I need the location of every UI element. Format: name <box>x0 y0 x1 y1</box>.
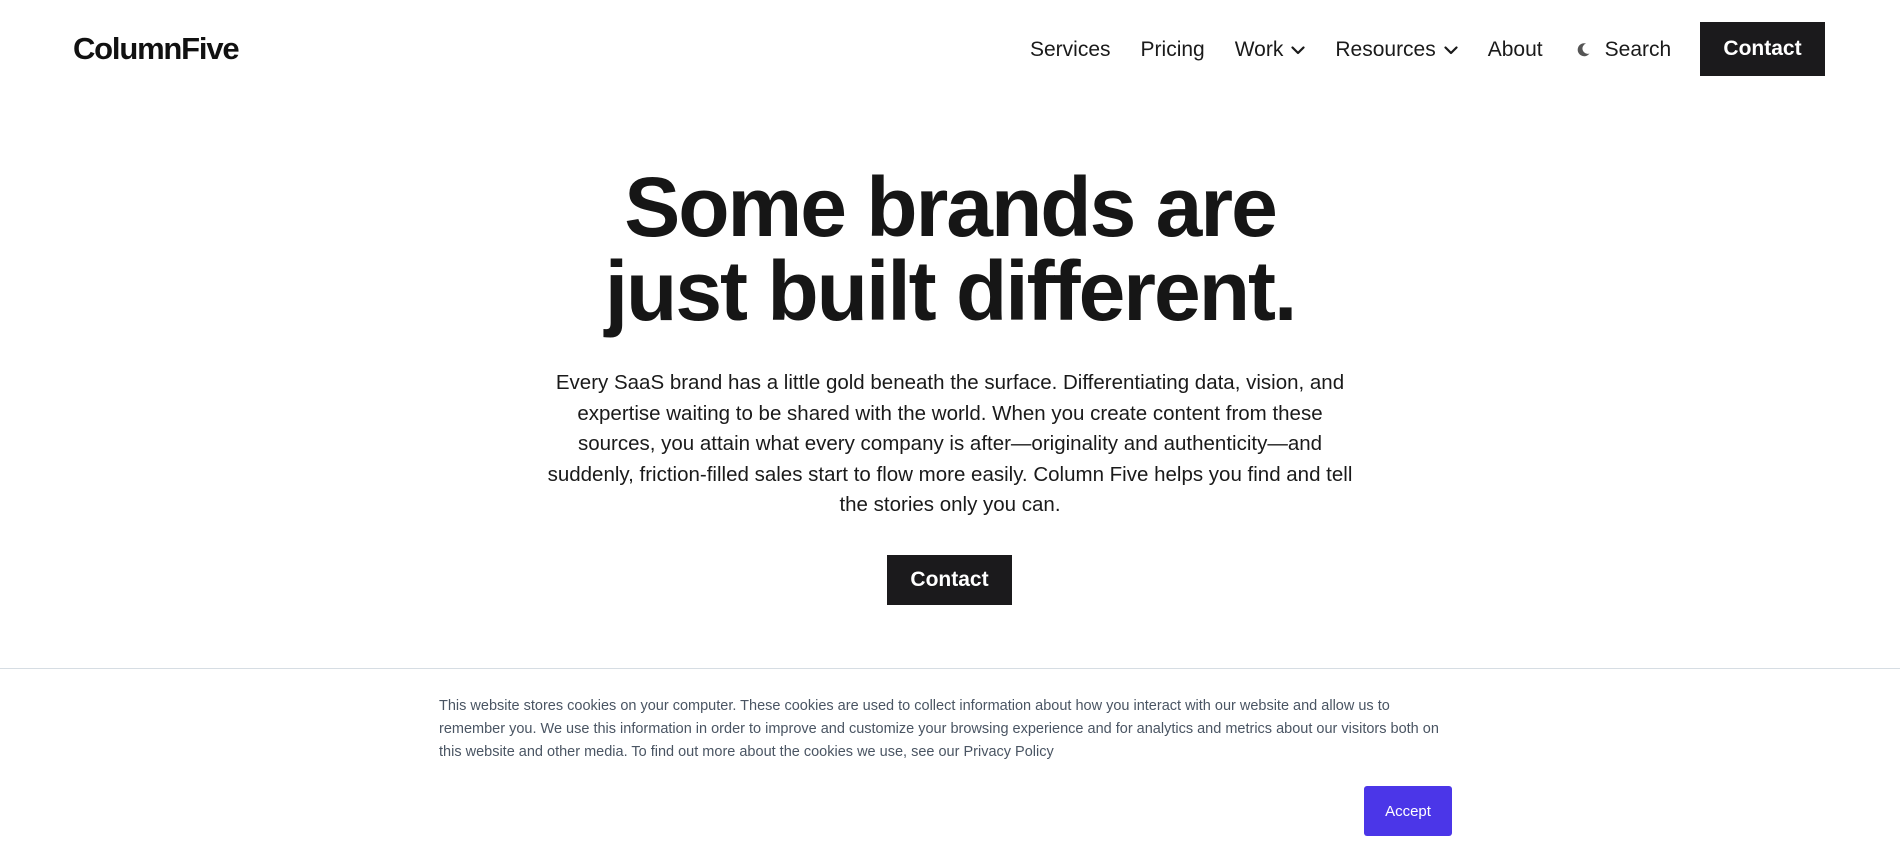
hero-description: Every SaaS brand has a little gold benea… <box>547 371 1353 516</box>
accept-cookies-button[interactable]: Accept <box>1364 786 1452 836</box>
nav-item-resources[interactable]: Resources <box>1335 38 1458 62</box>
nav-item-label: Resources <box>1335 38 1436 61</box>
main-nav: Services Pricing Work Resources About Se… <box>1030 0 1701 100</box>
search-button[interactable]: Search <box>1575 38 1672 62</box>
nav-item-label: Work <box>1234 38 1284 61</box>
chevron-down-icon <box>1291 45 1305 55</box>
header-contact-button[interactable]: Contact <box>1700 22 1825 76</box>
nav-item-services[interactable]: Services <box>1030 38 1111 62</box>
logo[interactable]: ColumnFive <box>73 31 240 67</box>
cookie-text: This website stores cookies on your comp… <box>439 695 1459 764</box>
cookie-banner: This website stores cookies on your comp… <box>0 668 1900 866</box>
moon-icon[interactable] <box>1575 42 1591 58</box>
chevron-down-icon <box>1444 45 1458 55</box>
nav-item-pricing[interactable]: Pricing <box>1141 38 1205 62</box>
nav-item-label: Services <box>1030 38 1111 61</box>
hero-contact-button[interactable]: Contact <box>887 555 1012 605</box>
nav-item-label: About <box>1487 38 1543 61</box>
search-label: Search <box>1604 38 1672 61</box>
site-header: ColumnFive Services Pricing Work Resourc… <box>0 0 1900 100</box>
nav-item-about[interactable]: About <box>1488 38 1543 62</box>
privacy-policy-link[interactable]: Privacy Policy <box>963 744 1053 760</box>
cookie-message: This website stores cookies on your comp… <box>439 698 1439 760</box>
page: ColumnFive Services Pricing Work Resourc… <box>0 0 1900 866</box>
nav-item-label: Pricing <box>1140 38 1205 61</box>
hero-title-line-2: just built different. <box>604 244 1298 338</box>
nav-item-work[interactable]: Work <box>1235 38 1306 62</box>
hero-title-line-1: Some brands are <box>624 160 1278 254</box>
hero-title: Some brands are just built different. <box>0 165 1900 333</box>
